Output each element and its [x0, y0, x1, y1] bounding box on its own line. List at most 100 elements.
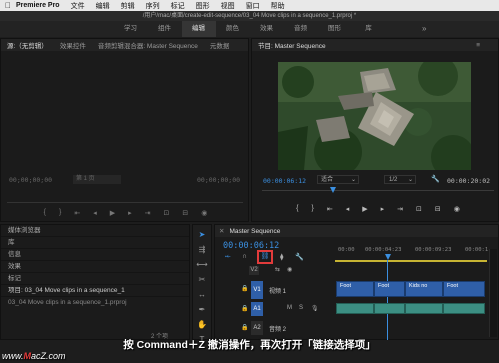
- step-back-icon[interactable]: ◂: [93, 209, 97, 221]
- snap-icon[interactable]: ∩: [242, 253, 247, 260]
- workspace-libraries[interactable]: 库: [352, 21, 386, 37]
- audio-clip[interactable]: [443, 303, 485, 314]
- audio-clip[interactable]: [405, 303, 443, 314]
- tab-audio-clip-mixer[interactable]: 音频剪辑混合器: Master Sequence: [98, 40, 198, 50]
- workspace-editing[interactable]: 编辑: [181, 21, 216, 37]
- program-go-to-out-icon[interactable]: ⇥: [397, 205, 403, 217]
- apple-icon[interactable]: : [0, 1, 16, 10]
- menu-view[interactable]: 视图: [221, 1, 235, 11]
- track-v2-label[interactable]: V2: [249, 266, 259, 275]
- watermark-brand: M: [23, 351, 32, 361]
- program-step-back-icon[interactable]: ◂: [346, 205, 350, 217]
- source-monitor: 源:（无剪辑） 效果控件 音频剪辑混合器: Master Sequence 元数…: [0, 38, 249, 222]
- work-area-bar[interactable]: [335, 260, 487, 262]
- clip-name: Foot: [447, 283, 459, 289]
- tab-master-sequence[interactable]: Master Sequence: [229, 228, 280, 235]
- menu-clip[interactable]: 剪辑: [121, 1, 135, 11]
- video-clip[interactable]: Foot: [443, 281, 485, 297]
- source-patch-v1[interactable]: V1: [251, 281, 263, 299]
- track-a1-solo-icon[interactable]: S: [299, 305, 303, 311]
- source-patch-a1[interactable]: A1: [251, 302, 263, 316]
- panel-info[interactable]: 信息: [1, 249, 189, 261]
- track-a1-lock-icon[interactable]: 🔒: [241, 305, 248, 312]
- linked-selection-icon[interactable]: ⛓: [257, 250, 273, 264]
- lift-icon[interactable]: ⊡: [416, 205, 422, 217]
- selection-tool-icon[interactable]: ➤: [195, 228, 209, 240]
- tab-source[interactable]: 源:（无剪辑）: [7, 40, 48, 50]
- ripple-edit-tool-icon[interactable]: ⟷: [195, 258, 209, 270]
- tab-metadata[interactable]: 元数据: [210, 40, 230, 50]
- go-to-out-icon[interactable]: ⇥: [145, 209, 151, 221]
- export-frame-icon[interactable]: ◉: [201, 209, 207, 221]
- mark-out-icon[interactable]: }: [59, 209, 61, 221]
- slip-tool-icon[interactable]: ↔: [195, 288, 209, 300]
- workspace-assembly[interactable]: 组件: [148, 21, 182, 37]
- program-fit-select[interactable]: 适合 ⌄: [317, 175, 359, 184]
- hand-tool-icon[interactable]: ✋: [195, 318, 209, 330]
- insert-icon[interactable]: ⊡: [164, 209, 170, 221]
- menu-window[interactable]: 窗口: [246, 1, 260, 11]
- video-clip[interactable]: Foot: [374, 281, 405, 297]
- program-menu-icon[interactable]: ≡: [476, 42, 480, 49]
- video-clip[interactable]: Kids no: [405, 281, 443, 297]
- go-to-in-icon[interactable]: ⇤: [74, 209, 80, 221]
- add-marker-icon[interactable]: ⧫: [280, 253, 283, 261]
- timeline-ruler[interactable]: 00:00 00:00:04:23 00:00:09:23 00:00:1: [335, 247, 488, 257]
- program-timecode[interactable]: 00:00:06:12: [263, 177, 306, 185]
- workspace-learning[interactable]: 学习: [114, 21, 148, 37]
- source-timecode-in[interactable]: 00;00;00;00: [9, 176, 52, 184]
- source-scrub-bar[interactable]: [7, 202, 243, 203]
- program-play-icon[interactable]: ▶: [362, 205, 367, 217]
- insert-sequence-nest-icon[interactable]: ⤝: [225, 253, 231, 261]
- track-select-tool-icon[interactable]: ⇶: [195, 243, 209, 255]
- workspace-overflow-icon[interactable]: »: [422, 21, 432, 37]
- overwrite-icon[interactable]: ⊟: [182, 209, 188, 221]
- menu-file[interactable]: 文件: [71, 1, 85, 11]
- menu-help[interactable]: 帮助: [271, 1, 285, 11]
- workspace-graphics[interactable]: 图形: [318, 21, 352, 37]
- track-v2-sync-lock-icon[interactable]: ⇆: [275, 266, 280, 273]
- program-go-to-in-icon[interactable]: ⇤: [327, 205, 333, 217]
- workspace-color[interactable]: 颜色: [216, 21, 250, 37]
- panel-libraries[interactable]: 库: [1, 237, 189, 249]
- track-a2-lock-icon[interactable]: 🔒: [241, 324, 248, 331]
- audio-clip[interactable]: [336, 303, 374, 314]
- play-icon[interactable]: ▶: [110, 209, 115, 221]
- panel-markers[interactable]: 标记: [1, 273, 189, 285]
- settings-wrench-icon[interactable]: 🔧: [431, 175, 440, 183]
- tab-effect-controls[interactable]: 效果控件: [60, 40, 86, 50]
- track-header-a1: 🔒 A1 M S 🎙: [215, 302, 335, 318]
- menu-marker[interactable]: 标记: [171, 1, 185, 11]
- program-resolution-select[interactable]: 1/2 ⌄: [384, 175, 416, 184]
- mark-in-icon[interactable]: {: [44, 209, 46, 221]
- program-scrub-bar[interactable]: [262, 190, 494, 191]
- timeline-settings-icon[interactable]: 🔧: [295, 253, 304, 261]
- step-forward-icon[interactable]: ▸: [128, 209, 132, 221]
- program-export-frame-icon[interactable]: ◉: [454, 205, 460, 217]
- program-mark-out-icon[interactable]: }: [311, 205, 313, 217]
- workspace-effects[interactable]: 效果: [250, 21, 284, 37]
- panel-media-browser[interactable]: 媒体浏览器: [1, 225, 189, 237]
- source-patch-a2[interactable]: A2: [251, 321, 263, 335]
- panel-effects[interactable]: 效果: [1, 261, 189, 273]
- close-tab-icon[interactable]: ✕: [219, 227, 224, 235]
- program-mark-in-icon[interactable]: {: [296, 205, 298, 217]
- menu-app-name[interactable]: Premiere Pro: [16, 2, 60, 9]
- razor-tool-icon[interactable]: ✂: [195, 273, 209, 285]
- audio-clip[interactable]: [374, 303, 405, 314]
- pen-tool-icon[interactable]: ✒: [195, 303, 209, 315]
- track-a1-mic-icon[interactable]: 🎙: [311, 305, 319, 312]
- tab-program[interactable]: 节目: Master Sequence: [258, 40, 326, 50]
- source-page-select[interactable]: 第 1 页: [73, 175, 121, 184]
- menu-edit[interactable]: 编辑: [96, 1, 110, 11]
- program-step-forward-icon[interactable]: ▸: [381, 205, 385, 217]
- menu-sequence[interactable]: 序列: [146, 1, 160, 11]
- track-a1-mute-icon[interactable]: M: [287, 305, 292, 311]
- workspace-audio[interactable]: 音频: [284, 21, 318, 37]
- extract-icon[interactable]: ⊟: [435, 205, 441, 217]
- track-v2-eye-icon[interactable]: ◉: [287, 266, 292, 273]
- menu-graphics[interactable]: 图形: [196, 1, 210, 11]
- tab-project[interactable]: 项目: 03_04 Move clips in a sequence_1: [1, 285, 189, 297]
- track-v1-lock-icon[interactable]: 🔒: [241, 285, 248, 292]
- video-clip[interactable]: Foot: [336, 281, 374, 297]
